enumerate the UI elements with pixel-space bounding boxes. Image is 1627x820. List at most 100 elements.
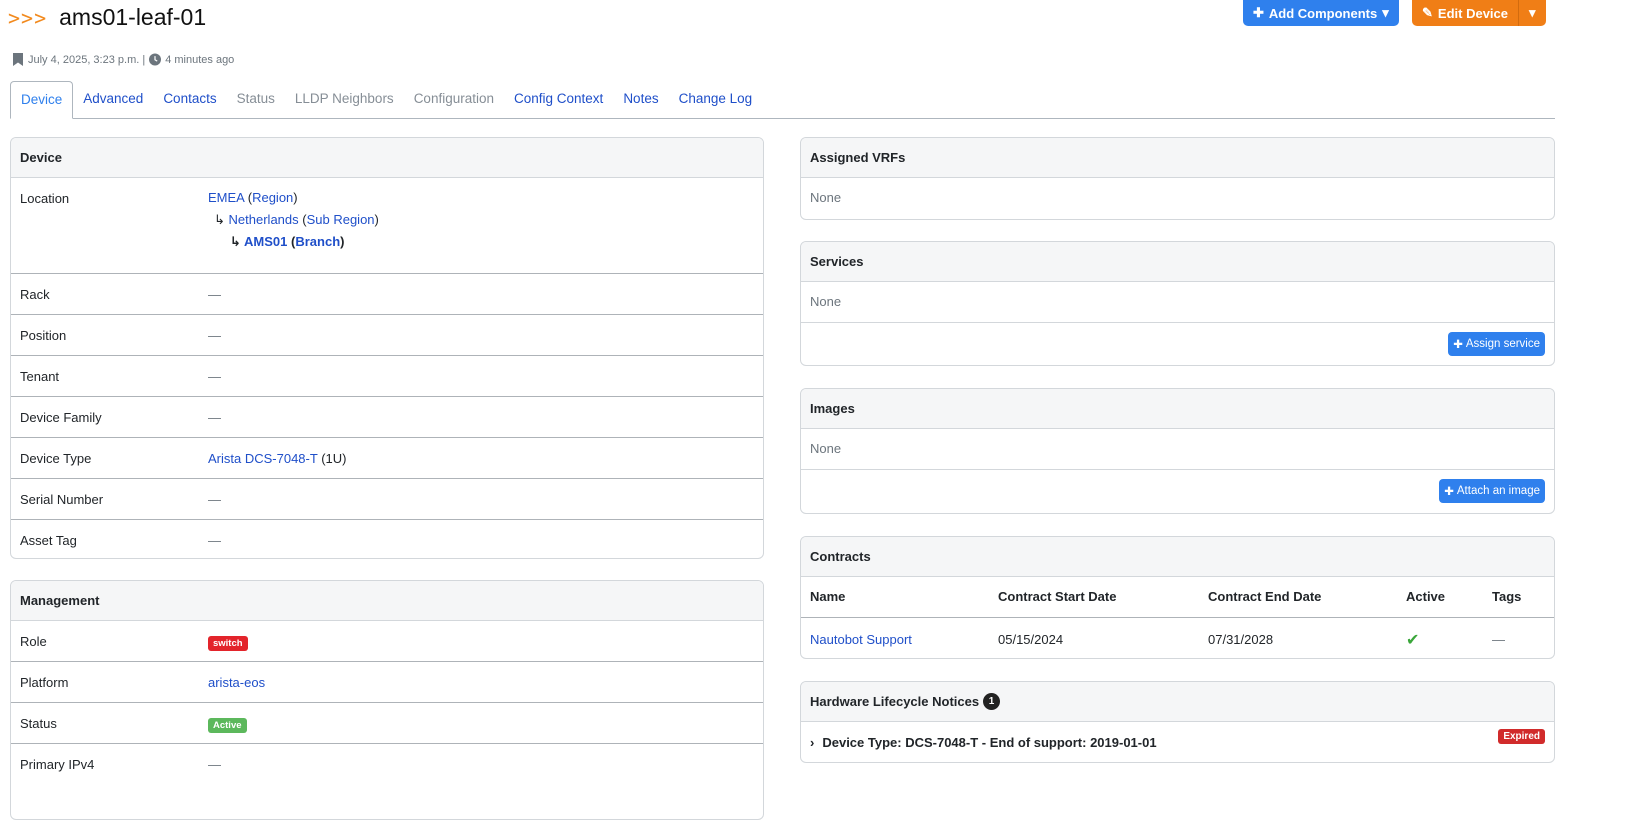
location-type-link[interactable]: Branch <box>295 234 340 249</box>
plus-icon: ✚ <box>1253 5 1264 20</box>
asset-tag-row: Asset Tag — <box>11 520 763 558</box>
device-family-row: Device Family — <box>11 397 763 438</box>
lifecycle-panel: Hardware Lifecycle Notices 1 › Device Ty… <box>800 681 1555 763</box>
breadcrumb-arrows[interactable]: >>> <box>8 6 47 30</box>
updated-timestamp: 4 minutes ago <box>165 53 235 66</box>
serial-number-label: Serial Number <box>20 492 104 507</box>
location-branch-link[interactable]: AMS01 <box>244 234 287 249</box>
location-region-link[interactable]: EMEA <box>208 190 244 205</box>
primary-ipv4-row: Primary IPv4 — <box>11 744 763 785</box>
serial-number-value: — <box>208 492 221 507</box>
page-title: ams01-leaf-01 <box>59 4 207 30</box>
rack-label: Rack <box>20 287 50 302</box>
tree-arrow-icon: ↳ <box>214 212 225 227</box>
location-row: Location EMEA (Region) ↳ Netherlands (Su… <box>11 178 763 274</box>
role-badge[interactable]: switch <box>208 636 248 651</box>
status-badge[interactable]: Active <box>208 718 247 733</box>
contract-start-cell: 05/15/2024 <box>998 632 1064 647</box>
lifecycle-notice-row[interactable]: › Device Type: DCS-7048-T - End of suppo… <box>801 722 1554 762</box>
contracts-panel: Contracts Name Contract Start Date Contr… <box>800 536 1555 659</box>
add-components-label: Add Components <box>1268 5 1378 21</box>
title-row: >>> ams01-leaf-01 <box>8 4 206 31</box>
device-tabs: Device Advanced Contacts Status LLDP Nei… <box>10 81 1555 119</box>
platform-value: arista-eos <box>208 662 265 690</box>
position-value: — <box>208 328 221 343</box>
status-label: Status <box>20 716 57 731</box>
location-type-link[interactable]: Region <box>252 190 293 205</box>
primary-ipv4-label: Primary IPv4 <box>20 757 95 772</box>
location-subregion-link[interactable]: Netherlands <box>229 212 299 227</box>
contract-tags-cell: — <box>1492 632 1505 647</box>
panel-title: Assigned VRFs <box>801 138 1554 178</box>
notice-count-badge: 1 <box>983 693 1001 710</box>
device-type-row: Device Type Arista DCS-7048-T (1U) <box>11 438 763 479</box>
status-value: Active <box>208 703 247 733</box>
panel-title: Images <box>801 389 1554 429</box>
rack-value: — <box>208 287 221 302</box>
add-components-group: ✚ Add Components ▾ <box>1243 0 1399 26</box>
contract-end-cell: 07/31/2028 <box>1208 632 1274 647</box>
clock-icon <box>149 53 162 66</box>
platform-link[interactable]: arista-eos <box>208 675 265 690</box>
images-panel: Images None ✚ Attach an image <box>800 388 1555 514</box>
chevron-right-icon[interactable]: › <box>810 735 814 750</box>
images-empty: None <box>801 429 1554 470</box>
contract-link[interactable]: Nautobot Support <box>810 632 912 647</box>
role-value: switch <box>208 621 248 651</box>
asset-tag-value: — <box>208 533 221 548</box>
pencil-icon: ✎ <box>1422 5 1433 20</box>
tab-change-log[interactable]: Change Log <box>669 81 763 119</box>
lifecycle-notice-text: Device Type: DCS-7048-T - End of support… <box>822 735 1157 750</box>
location-level-1: EMEA (Region) <box>208 190 298 205</box>
attach-image-label: Attach an image <box>1456 485 1540 497</box>
panel-title: Management <box>11 581 763 621</box>
assign-service-button[interactable]: ✚ Assign service <box>1448 332 1545 356</box>
edit-device-dropdown-toggle[interactable]: ▾ <box>1518 0 1546 26</box>
tenant-value: — <box>208 369 221 384</box>
services-panel: Services None ✚ Assign service <box>800 241 1555 366</box>
contracts-table: Name Contract Start Date Contract End Da… <box>801 577 1554 658</box>
edit-device-group: ✎ Edit Device ▾ <box>1412 0 1546 26</box>
services-empty: None <box>801 282 1554 323</box>
device-family-value: — <box>208 410 221 425</box>
status-row: Status Active <box>11 703 763 744</box>
tab-config-context[interactable]: Config Context <box>504 81 613 119</box>
role-label: Role <box>20 634 47 649</box>
role-row: Role switch <box>11 621 763 662</box>
bookmark-icon <box>13 53 23 66</box>
column-header-active: Active <box>1397 577 1483 618</box>
device-panel: Device Location EMEA (Region) ↳ Netherla… <box>10 137 764 559</box>
add-components-button[interactable]: ✚ Add Components ▾ <box>1243 0 1399 26</box>
timestamps: July 4, 2025, 3:23 p.m. | 4 minutes ago <box>12 53 234 66</box>
assigned-vrfs-panel: Assigned VRFs None <box>800 137 1555 220</box>
device-type-value: Arista DCS-7048-T (1U) <box>208 438 346 466</box>
column-header-start: Contract Start Date <box>989 577 1199 618</box>
position-row: Position — <box>11 315 763 356</box>
tab-lldp-neighbors: LLDP Neighbors <box>294 91 394 106</box>
location-label: Location <box>20 191 70 206</box>
edit-device-label: Edit Device <box>1437 5 1508 21</box>
tree-arrow-icon: ↳ <box>230 234 241 249</box>
tab-device[interactable]: Device <box>10 81 74 119</box>
location-value: EMEA (Region) ↳ Netherlands (Sub Region)… <box>208 178 379 253</box>
asset-tag-label: Asset Tag <box>20 533 77 548</box>
tab-notes[interactable]: Notes <box>613 81 668 119</box>
attach-image-button[interactable]: ✚ Attach an image <box>1439 479 1545 503</box>
tenant-label: Tenant <box>20 369 60 384</box>
platform-label: Platform <box>20 675 69 690</box>
tab-contacts[interactable]: Contacts <box>153 81 226 119</box>
tab-advanced[interactable]: Advanced <box>73 81 153 119</box>
caret-down-icon: ▾ <box>1529 5 1536 20</box>
device-family-label: Device Family <box>20 410 102 425</box>
platform-row: Platform arista-eos <box>11 662 763 703</box>
management-panel: Management Role switch Platform arista-e… <box>10 580 764 820</box>
panel-title: Device <box>11 138 763 178</box>
tenant-row: Tenant — <box>11 356 763 397</box>
panel-title: Contracts <box>801 537 1554 577</box>
expired-badge: Expired <box>1498 729 1545 744</box>
table-row: Nautobot Support 05/15/2024 07/31/2028 ✔… <box>801 617 1554 658</box>
edit-device-button[interactable]: ✎ Edit Device <box>1412 0 1518 26</box>
location-type-link[interactable]: Sub Region <box>307 212 375 227</box>
device-type-units: (1U) <box>321 451 347 466</box>
device-type-link[interactable]: Arista DCS-7048-T <box>208 451 318 466</box>
